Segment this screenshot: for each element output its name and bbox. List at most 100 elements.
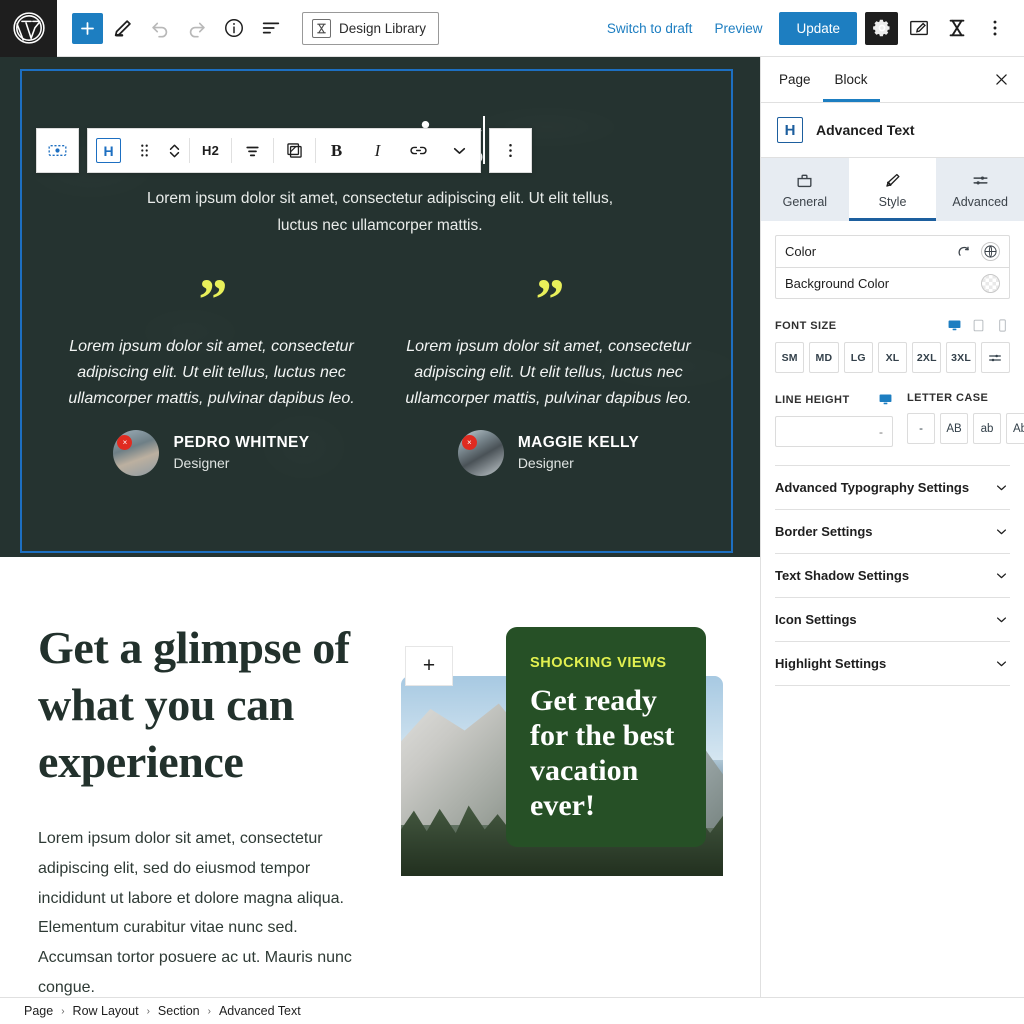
design-library-icon bbox=[312, 19, 331, 38]
wordpress-logo-icon[interactable] bbox=[0, 0, 57, 57]
sidebar-segment-tabs: General Style Advanced bbox=[761, 158, 1024, 221]
link-icon[interactable] bbox=[398, 129, 439, 172]
letter-case-label: LETTER CASE bbox=[907, 392, 988, 404]
breadcrumb-item-page[interactable]: Page bbox=[24, 1004, 53, 1018]
tab-style[interactable]: Style bbox=[849, 158, 937, 221]
tab-page[interactable]: Page bbox=[767, 57, 823, 102]
breadcrumb-item-section[interactable]: Section bbox=[158, 1004, 200, 1018]
letter-case-header: LETTER CASE bbox=[907, 392, 1024, 404]
redo-button[interactable] bbox=[180, 11, 214, 45]
panel-text-shadow-settings[interactable]: Text Shadow Settings bbox=[775, 554, 1010, 598]
italic-button[interactable]: I bbox=[357, 129, 398, 172]
testimonial-name: MAGGIE KELLY bbox=[518, 434, 639, 452]
tablet-icon[interactable] bbox=[971, 318, 986, 333]
duplicate-style-icon[interactable] bbox=[274, 129, 315, 172]
testimonial-card[interactable]: ” Lorem ipsum dolor sit amet, consectetu… bbox=[58, 284, 365, 476]
panel-highlight-settings[interactable]: Highlight Settings bbox=[775, 642, 1010, 686]
breadcrumb-item-advanced-text[interactable]: Advanced Text bbox=[219, 1004, 301, 1018]
heading-level-button[interactable]: H2 bbox=[190, 129, 231, 172]
desktop-icon[interactable] bbox=[947, 318, 962, 333]
design-library-label: Design Library bbox=[339, 21, 426, 36]
chevron-down-icon bbox=[993, 655, 1010, 672]
update-button[interactable]: Update bbox=[779, 12, 857, 45]
font-size-header: FONT SIZE bbox=[775, 318, 1010, 333]
testimonial-card[interactable]: ” Lorem ipsum dolor sit amet, consectetu… bbox=[395, 284, 702, 476]
line-height-header: LINE HEIGHT bbox=[775, 392, 893, 407]
background-color-row[interactable]: Background Color bbox=[776, 267, 1009, 298]
details-button[interactable] bbox=[217, 11, 251, 45]
panel-border-settings[interactable]: Border Settings bbox=[775, 510, 1010, 554]
more-options-button[interactable] bbox=[978, 11, 1012, 45]
letter-case-capitalize[interactable]: Ab bbox=[1006, 413, 1024, 444]
letter-case-lower[interactable]: ab bbox=[973, 413, 1001, 444]
list-view-button[interactable] bbox=[254, 11, 288, 45]
promo-card-heading: Get ready for the best vacation ever! bbox=[530, 683, 680, 823]
line-height-input[interactable] bbox=[775, 416, 893, 447]
color-swatch[interactable] bbox=[981, 242, 1000, 261]
hero-subtext[interactable]: Lorem ipsum dolor sit amet, consectetur … bbox=[140, 186, 620, 240]
settings-panel-list: Advanced Typography Settings Border Sett… bbox=[775, 465, 1010, 686]
mobile-icon[interactable] bbox=[995, 318, 1010, 333]
testimonial-author: × PEDRO WHITNEY Designer bbox=[58, 430, 365, 476]
kadence-button[interactable] bbox=[940, 11, 974, 45]
text-align-icon[interactable] bbox=[232, 129, 273, 172]
color-label: Color bbox=[785, 244, 816, 259]
letter-case-group: LETTER CASE - AB ab Ab bbox=[907, 373, 1024, 447]
desktop-icon[interactable] bbox=[878, 392, 893, 407]
chevron-down-icon bbox=[993, 523, 1010, 540]
font-size-lg[interactable]: LG bbox=[844, 342, 873, 373]
background-color-label: Background Color bbox=[785, 276, 889, 291]
font-size-custom-button[interactable] bbox=[981, 342, 1010, 373]
add-block-button[interactable] bbox=[72, 13, 103, 44]
block-inserter-button[interactable]: + bbox=[405, 646, 453, 686]
move-up-down-icon[interactable] bbox=[159, 129, 189, 172]
lower-heading[interactable]: Get a glimpse of what you can experience bbox=[38, 619, 383, 790]
panel-icon-settings[interactable]: Icon Settings bbox=[775, 598, 1010, 642]
design-library-button[interactable]: Design Library bbox=[302, 12, 439, 45]
editor-canvas[interactable]: are saying Lorem ipsum dolor sit amet, c… bbox=[0, 57, 760, 1024]
testimonial-author: × MAGGIE KELLY Designer bbox=[395, 430, 702, 476]
lower-media-column: + SHOCKING VIEWS Get ready for the best … bbox=[401, 619, 760, 1003]
bold-button[interactable]: B bbox=[316, 129, 357, 172]
testimonial-quote: Lorem ipsum dolor sit amet, consectetur … bbox=[395, 334, 702, 412]
tab-block[interactable]: Block bbox=[823, 57, 880, 102]
block-options-icon[interactable] bbox=[490, 129, 531, 172]
preview-button[interactable]: Preview bbox=[705, 15, 771, 42]
edit-panel-button[interactable] bbox=[902, 11, 936, 45]
wordpress-block-editor: Design Library Switch to draft Preview U… bbox=[0, 0, 1024, 1024]
font-size-2xl[interactable]: 2XL bbox=[912, 342, 941, 373]
tab-general[interactable]: General bbox=[761, 158, 849, 221]
letter-case-upper[interactable]: AB bbox=[940, 413, 968, 444]
undo-button[interactable] bbox=[143, 11, 177, 45]
font-size-sm[interactable]: SM bbox=[775, 342, 804, 373]
heading-block-icon: H bbox=[777, 117, 803, 143]
lower-paragraph[interactable]: Lorem ipsum dolor sit amet, consectetur … bbox=[38, 824, 368, 1003]
tab-advanced-label: Advanced bbox=[952, 195, 1008, 209]
line-height-group: LINE HEIGHT bbox=[775, 373, 893, 447]
close-icon[interactable] bbox=[984, 63, 1018, 97]
font-size-xl[interactable]: XL bbox=[878, 342, 907, 373]
top-bar-right-tools: Switch to draft Preview Update bbox=[598, 11, 1024, 45]
drag-handle-icon[interactable] bbox=[129, 129, 159, 172]
font-size-3xl[interactable]: 3XL bbox=[946, 342, 975, 373]
select-parent-icon[interactable] bbox=[37, 129, 78, 172]
panel-advanced-typography[interactable]: Advanced Typography Settings bbox=[775, 466, 1010, 510]
background-color-swatch[interactable] bbox=[981, 274, 1000, 293]
edit-tool-button[interactable] bbox=[106, 11, 140, 45]
block-toolbar-main-group: H H2 bbox=[87, 128, 481, 173]
avatar-remove-badge-icon[interactable]: × bbox=[462, 435, 477, 450]
promo-card[interactable]: SHOCKING VIEWS Get ready for the best va… bbox=[506, 627, 706, 847]
letter-case-none[interactable]: - bbox=[907, 413, 935, 444]
chevron-down-icon[interactable] bbox=[439, 129, 480, 172]
settings-gear-button[interactable] bbox=[865, 12, 898, 45]
reset-color-icon[interactable] bbox=[956, 244, 972, 260]
breadcrumb-separator: › bbox=[208, 1006, 211, 1017]
tab-advanced[interactable]: Advanced bbox=[936, 158, 1024, 221]
color-row[interactable]: Color bbox=[776, 236, 1009, 267]
switch-to-draft-button[interactable]: Switch to draft bbox=[598, 15, 702, 42]
font-size-md[interactable]: MD bbox=[809, 342, 838, 373]
device-toggle-group bbox=[947, 318, 1010, 333]
breadcrumb-item-row-layout[interactable]: Row Layout bbox=[73, 1004, 139, 1018]
block-type-button[interactable]: H bbox=[88, 129, 129, 172]
avatar-remove-badge-icon[interactable]: × bbox=[117, 435, 132, 450]
